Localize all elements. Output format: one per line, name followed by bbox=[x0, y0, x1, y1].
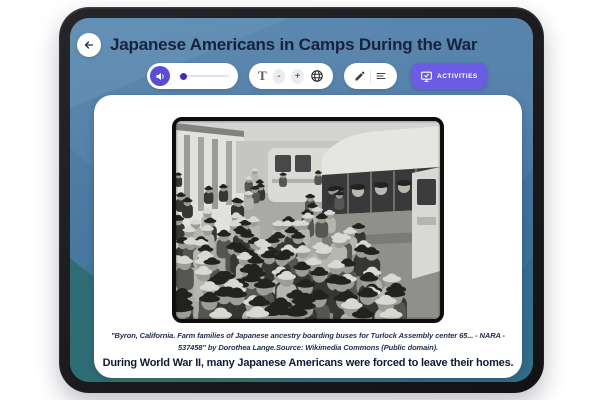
pen-icon bbox=[355, 71, 365, 81]
list-icon bbox=[376, 72, 386, 80]
lesson-body-text: During World War II, many Japanese Ameri… bbox=[102, 357, 514, 370]
globe-icon bbox=[311, 70, 323, 82]
photo-illustration bbox=[176, 121, 440, 319]
volume-slider[interactable] bbox=[178, 72, 229, 80]
monitor-check-icon bbox=[421, 71, 432, 82]
page-title: Japanese Americans in Camps During the W… bbox=[110, 35, 478, 54]
font-increase-button[interactable]: + bbox=[291, 68, 304, 84]
lesson-card: "Byron, California. Farm families of Jap… bbox=[94, 95, 522, 378]
arrow-left-icon bbox=[84, 41, 94, 49]
text-controls: T - + bbox=[249, 63, 333, 89]
speaker-icon bbox=[155, 72, 164, 80]
header: Japanese Americans in Camps During the W… bbox=[70, 28, 533, 62]
annotation-tools bbox=[344, 63, 397, 89]
activities-button[interactable]: ACTIVITIES bbox=[411, 63, 487, 89]
pen-button[interactable] bbox=[354, 70, 366, 82]
font-decrease-button[interactable]: - bbox=[272, 68, 286, 84]
list-button[interactable] bbox=[375, 70, 387, 82]
historical-photo bbox=[172, 117, 444, 323]
volume-slider-handle[interactable] bbox=[180, 72, 188, 80]
font-size-button[interactable]: T bbox=[258, 68, 267, 84]
toolbar: T - + ACTIVITIES bbox=[70, 63, 533, 90]
photo-caption: "Byron, California. Farm families of Jap… bbox=[111, 331, 505, 352]
toolbar-divider bbox=[370, 69, 371, 83]
activities-label: ACTIVITIES bbox=[437, 72, 478, 80]
page-background: Japanese Americans in Camps During the W… bbox=[0, 0, 600, 400]
language-button[interactable] bbox=[310, 69, 324, 83]
tablet-frame: Japanese Americans in Camps During the W… bbox=[59, 7, 544, 393]
speaker-button[interactable] bbox=[150, 66, 170, 86]
volume-control bbox=[147, 63, 238, 89]
tablet-screen: Japanese Americans in Camps During the W… bbox=[70, 18, 533, 382]
back-button[interactable] bbox=[77, 33, 101, 57]
